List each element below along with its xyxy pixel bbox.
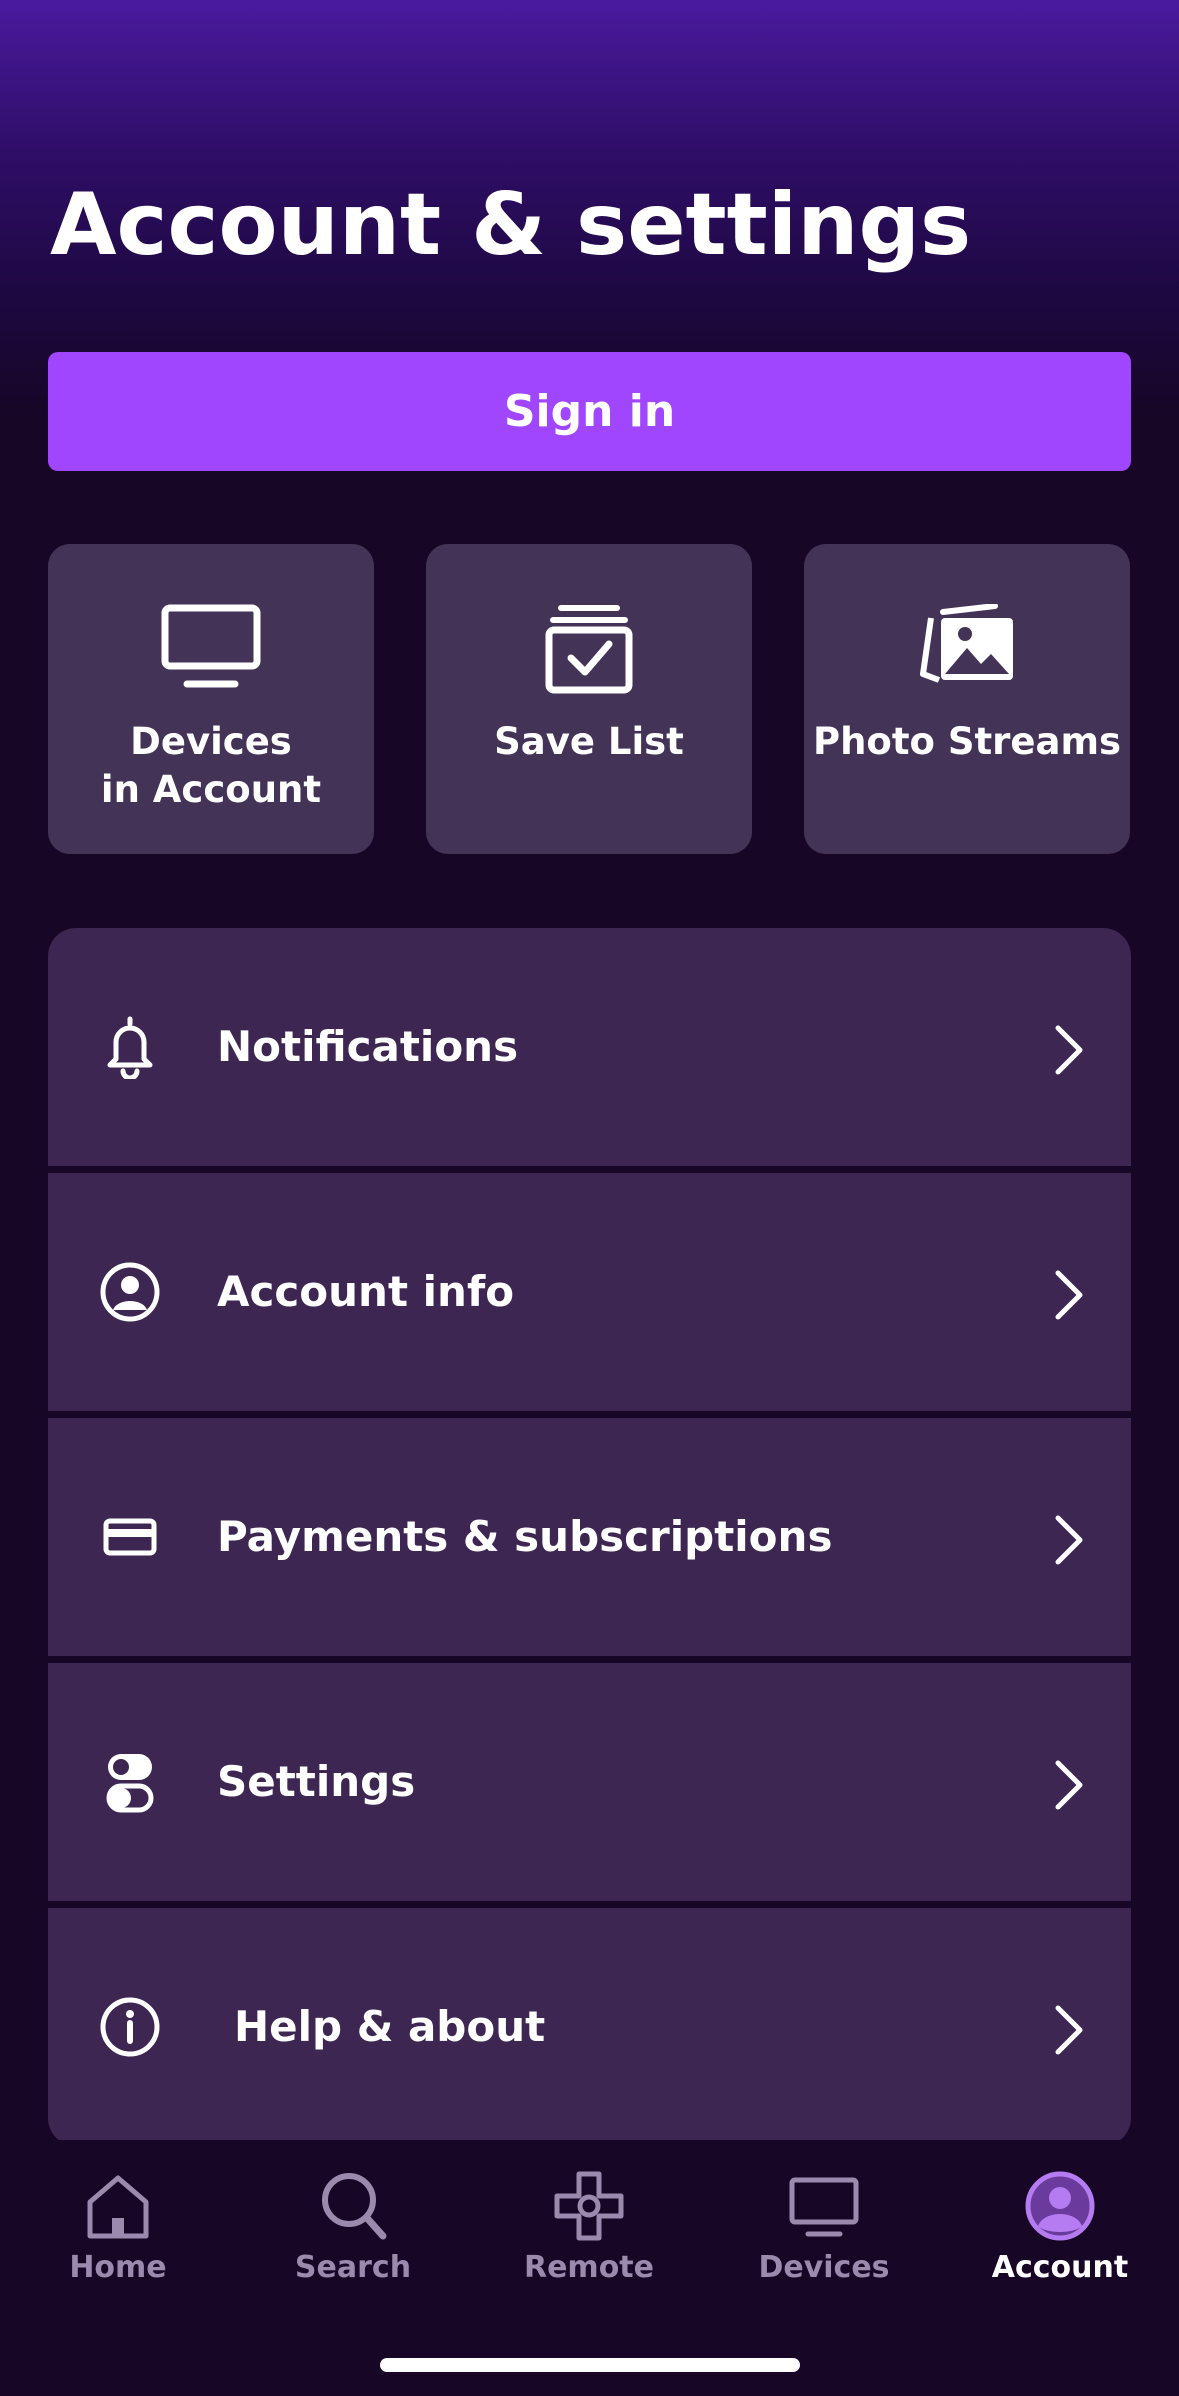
- tile-label: Photo Streams: [812, 720, 1122, 763]
- nav-label: Search: [294, 2250, 412, 2285]
- sign-in-button[interactable]: Sign in: [48, 352, 1131, 471]
- tv-icon: [789, 2177, 859, 2237]
- chevron-right-icon: [1055, 1760, 1083, 1810]
- nav-devices[interactable]: Devices: [724, 2170, 924, 2320]
- home-icon: [87, 2175, 149, 2239]
- bell-icon: [107, 1016, 153, 1079]
- settings-menu: Notifications Account info Payments & su…: [48, 928, 1131, 2146]
- tile-label: Devices in Account: [100, 720, 322, 811]
- page-title: Account & settings: [50, 175, 972, 275]
- chevron-right-icon: [1055, 1515, 1083, 1565]
- photo-streams-icon: [920, 604, 1013, 683]
- menu-item-label: Settings: [217, 1757, 416, 1806]
- tile-devices-in-account[interactable]: Devices in Account: [48, 544, 374, 854]
- nav-label: Remote: [523, 2250, 654, 2285]
- chevron-right-icon: [1055, 1270, 1083, 1320]
- nav-label: Home: [69, 2250, 167, 2285]
- tile-save-list[interactable]: Save List: [426, 544, 752, 854]
- chevron-right-icon: [1055, 1025, 1083, 1075]
- tile-label: Save List: [494, 720, 684, 763]
- account-circle-icon: [100, 1262, 160, 1322]
- search-icon: [322, 2173, 387, 2240]
- menu-item-label: Notifications: [217, 1022, 519, 1071]
- menu-item-settings[interactable]: Settings: [48, 1663, 1131, 1901]
- nav-label: Account: [991, 2250, 1129, 2285]
- menu-item-label: Account info: [217, 1267, 515, 1316]
- nav-home[interactable]: Home: [18, 2170, 218, 2320]
- info-icon: [100, 1997, 160, 2057]
- menu-item-help-about[interactable]: Help & about: [48, 1908, 1131, 2146]
- toggles-icon: [106, 1754, 154, 1813]
- menu-item-payments[interactable]: Payments & subscriptions: [48, 1418, 1131, 1656]
- menu-item-label: Help & about: [234, 2002, 546, 2051]
- chevron-right-icon: [1055, 2005, 1083, 2055]
- menu-item-label: Payments & subscriptions: [217, 1512, 833, 1561]
- menu-item-notifications[interactable]: Notifications: [48, 928, 1131, 1166]
- tv-icon: [161, 604, 261, 688]
- nav-search[interactable]: Search: [253, 2170, 453, 2320]
- tile-photo-streams[interactable]: Photo Streams: [804, 544, 1130, 854]
- nav-remote[interactable]: Remote: [489, 2170, 689, 2320]
- remote-icon: [554, 2171, 624, 2241]
- nav-label: Devices: [758, 2250, 890, 2285]
- home-indicator: [380, 2358, 800, 2372]
- credit-card-icon: [103, 1518, 157, 1556]
- nav-account[interactable]: Account: [960, 2170, 1160, 2320]
- menu-item-account-info[interactable]: Account info: [48, 1173, 1131, 1411]
- save-list-icon: [545, 605, 633, 694]
- account-icon: [1025, 2171, 1095, 2241]
